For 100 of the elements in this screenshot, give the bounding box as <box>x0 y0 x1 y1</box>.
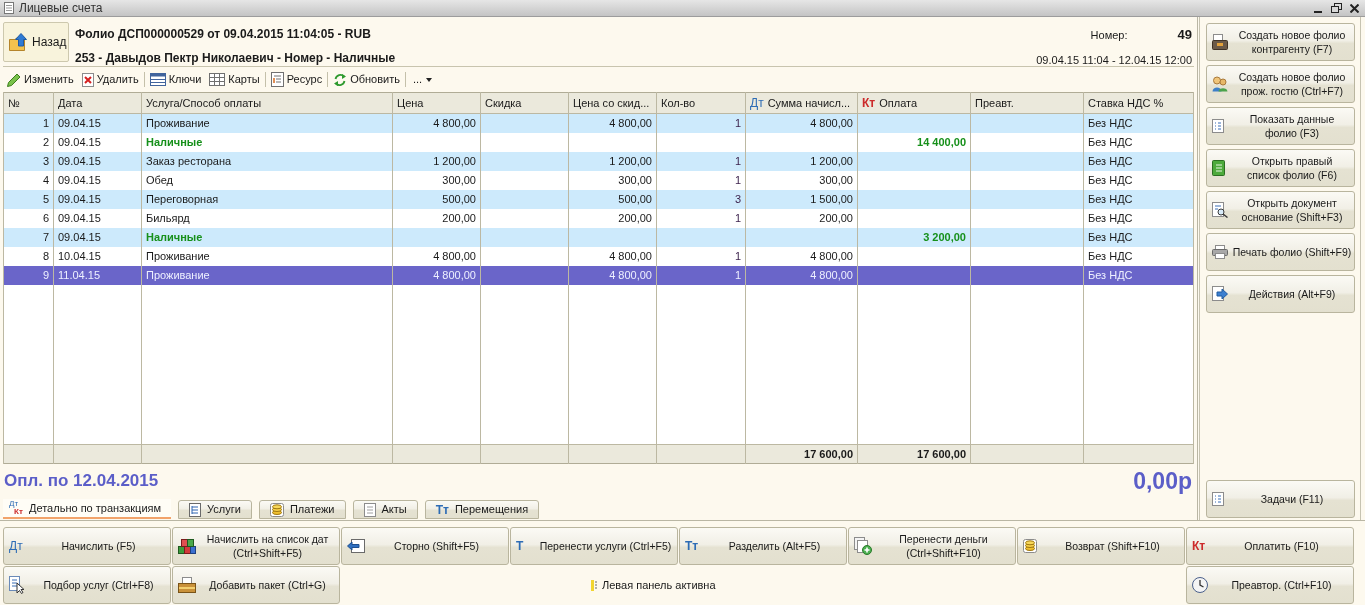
paid-through-label: Опл. по 12.04.2015 <box>4 471 159 491</box>
table-cell: Без НДС <box>1083 208 1194 228</box>
table-cell: 4 800,00 <box>568 246 657 266</box>
more-menu-button[interactable]: ... <box>411 71 435 88</box>
new-folio-counterparty-button[interactable]: Создать новое фолио контрагенту (F7) <box>1206 23 1355 61</box>
table-cell: 1 200,00 <box>392 151 481 171</box>
table-cell: 1 <box>656 170 746 190</box>
table-cell: 09.04.15 <box>53 208 142 228</box>
panel-indicator-icon <box>591 579 597 591</box>
transfer-services-button[interactable]: Т Перенести услуги (Ctrl+F5) <box>510 527 678 565</box>
table-cell: Без НДС <box>1083 113 1194 133</box>
close-icon[interactable] <box>1350 3 1359 13</box>
table-cell: 3 <box>3 151 54 171</box>
restore-icon[interactable] <box>1331 3 1342 13</box>
column-header[interactable]: Кол-во <box>656 92 746 114</box>
table-cell: Проживание <box>141 265 393 285</box>
table-cell: 1 <box>656 265 746 285</box>
transfer-mark: Тт <box>685 539 699 553</box>
table-cell: 2 <box>3 132 54 152</box>
table-cell: 6 <box>3 208 54 228</box>
column-header[interactable]: № <box>3 92 54 114</box>
tab[interactable]: Акты <box>352 500 418 519</box>
table-cell: 4 800,00 <box>745 113 858 133</box>
table-cell: 11.04.15 <box>53 265 142 285</box>
list-icon <box>189 502 202 517</box>
table-cell: 200,00 <box>745 208 858 228</box>
delete-button[interactable]: Удалить <box>81 71 139 88</box>
list-cursor-icon <box>9 576 25 594</box>
table-cell: Без НДС <box>1083 151 1194 171</box>
document-arrow-icon <box>1212 286 1228 302</box>
book-icon <box>1212 160 1225 176</box>
total-cell: 17 600,00 <box>745 444 858 464</box>
table-cell: Без НДС <box>1083 246 1194 266</box>
charge-button[interactable]: Дт Начислить (F5) <box>3 527 171 565</box>
open-folio-list-button[interactable]: Открыть правый список фолио (F6) <box>1206 149 1355 187</box>
column-header[interactable]: Ставка НДС % <box>1083 92 1194 114</box>
grid-icon <box>209 73 226 86</box>
print-folio-button[interactable]: Печать фолио (Shift+F9) <box>1206 233 1355 271</box>
column-label: Сумма начисл... <box>767 95 851 111</box>
document-search-icon <box>1212 202 1228 218</box>
list-document-icon <box>1212 119 1224 133</box>
column-header[interactable]: Скидка <box>480 92 569 114</box>
table-cell: 7 <box>3 227 54 247</box>
table-cell: 3 <box>656 189 746 209</box>
refund-button[interactable]: Возврат (Shift+F10) <box>1017 527 1185 565</box>
table-cell: 300,00 <box>745 170 858 190</box>
column-header[interactable]: Дата <box>53 92 142 114</box>
debit-mark: Дт <box>750 96 764 110</box>
column-header[interactable]: Цена со скид... <box>568 92 657 114</box>
document-icon <box>363 502 376 517</box>
open-base-document-button[interactable]: Открыть документ основание (Shift+F3) <box>1206 191 1355 229</box>
table-cell: Без НДС <box>1083 170 1194 190</box>
tasks-button[interactable]: Задачи (F11) <box>1206 480 1355 518</box>
table-cell: Без НДС <box>1083 189 1194 209</box>
tab[interactable]: Платежи <box>258 500 346 519</box>
refresh-button[interactable]: Обновить <box>333 71 400 88</box>
table-cell: 5 <box>3 189 54 209</box>
table-cell: 1 <box>656 246 746 266</box>
resource-button[interactable]: Ресурс <box>270 71 323 88</box>
table-cell: 4 800,00 <box>392 265 481 285</box>
table-cell: Без НДС <box>1083 132 1194 152</box>
pay-button[interactable]: Кт Оплатить (F10) <box>1186 527 1354 565</box>
transfer-mark: Тт <box>435 502 449 517</box>
printer-icon <box>1212 245 1228 259</box>
documents-plus-icon <box>854 537 872 555</box>
tab[interactable]: Дт Кт Детально по транзакциям <box>3 499 172 519</box>
transfer-money-button[interactable]: Перенести деньги (Ctrl+Shift+F10) <box>848 527 1016 565</box>
table-cell: 300,00 <box>568 170 657 190</box>
cards-button[interactable]: Карты <box>209 71 260 88</box>
table-cell: 3 200,00 <box>857 227 971 247</box>
back-button[interactable]: Назад <box>3 22 69 62</box>
table-cell: 1 200,00 <box>568 151 657 171</box>
actions-button[interactable]: Действия (Alt+F9) <box>1206 275 1355 313</box>
column-header[interactable]: Услуга/Способ оплаты <box>141 92 393 114</box>
coins-icon <box>269 502 284 517</box>
charge-dates-button[interactable]: Начислить на список дат (Ctrl+Shift+F5) <box>172 527 340 565</box>
column-header[interactable]: Цена <box>392 92 481 114</box>
window-title: Лицевые счета <box>19 0 103 17</box>
new-folio-guest-button[interactable]: Создать новое фолио прож. гостю (Ctrl+F7) <box>1206 65 1355 103</box>
preauth-button[interactable]: Преавтор. (Ctrl+F10) <box>1186 566 1354 604</box>
column-header[interactable]: Кт Оплата <box>857 92 971 114</box>
split-button[interactable]: Тт Разделить (Alt+F5) <box>679 527 847 565</box>
refresh-icon <box>333 72 348 87</box>
arrow-box-icon <box>347 539 365 553</box>
column-header[interactable]: Дт Сумма начисл... <box>745 92 858 114</box>
people-icon <box>1212 76 1228 92</box>
table-cell: 1 200,00 <box>745 151 858 171</box>
edit-button[interactable]: Изменить <box>7 71 74 88</box>
keys-button[interactable]: Ключи <box>149 71 202 88</box>
table-cell: 09.04.15 <box>53 170 142 190</box>
column-header[interactable]: Преавт. <box>970 92 1084 114</box>
show-folio-data-button[interactable]: Показать данные фолио (F3) <box>1206 107 1355 145</box>
select-services-button[interactable]: Подбор услуг (Ctrl+F8) <box>3 566 171 604</box>
reverse-button[interactable]: Сторно (Shift+F5) <box>341 527 509 565</box>
stay-period: 09.04.15 11:04 - 12.04.15 12:00 <box>1036 52 1192 68</box>
debit-mark: Дт <box>9 539 23 553</box>
coins-icon <box>1023 539 1037 553</box>
tab[interactable]: Тт Перемещения <box>424 500 540 519</box>
tab[interactable]: Услуги <box>178 500 252 519</box>
add-package-button[interactable]: Добавить пакет (Ctrl+G) <box>172 566 340 604</box>
